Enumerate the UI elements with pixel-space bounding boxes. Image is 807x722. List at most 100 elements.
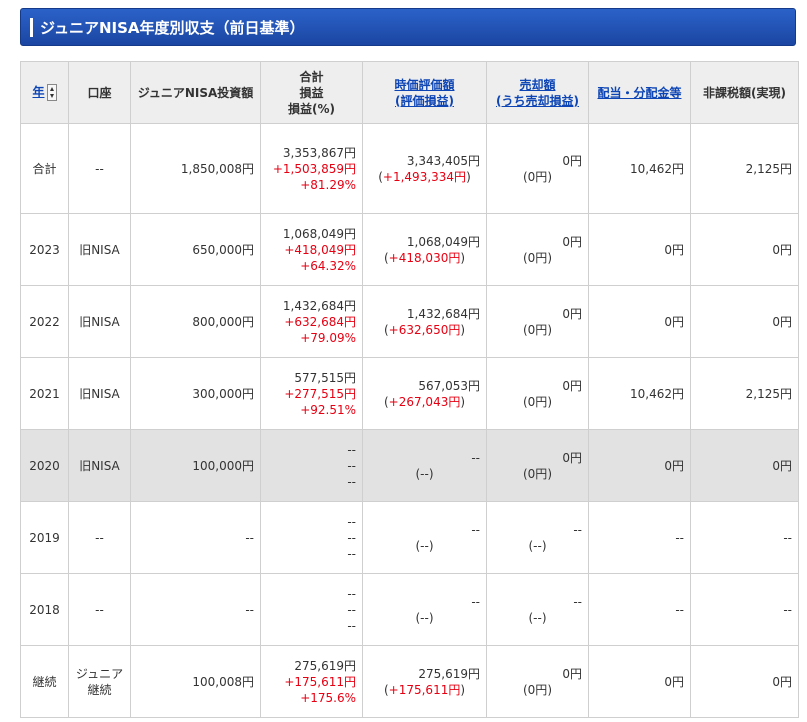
cell-account: -- bbox=[68, 501, 131, 574]
pl-pct-value: -- bbox=[347, 618, 356, 633]
account-label: ジュニア継続 bbox=[75, 666, 124, 697]
table-row: 2018 -- -- -- -- -- -- (--) -- (--) -- -- bbox=[20, 573, 799, 646]
cell-year: 2019 bbox=[20, 501, 69, 574]
cell-sale-amount: 0円 (0円) bbox=[486, 213, 589, 286]
cell-year: 2021 bbox=[20, 357, 69, 430]
sale-value: 0円 bbox=[562, 450, 582, 465]
year-label: 2018 bbox=[29, 602, 60, 617]
total-value: -- bbox=[347, 442, 356, 457]
header-dividend-link[interactable]: 配当・分配金等 bbox=[597, 86, 681, 100]
cell-dividend: 0円 bbox=[588, 645, 691, 718]
investment-value: 100,008円 bbox=[192, 674, 254, 689]
table-row: 2021 旧NISA 300,000円 577,515円 +277,515円 +92.51… bbox=[20, 357, 799, 430]
market-value: -- bbox=[471, 522, 480, 537]
sort-arrows-icon[interactable] bbox=[46, 84, 57, 101]
header-dividend[interactable]: 配当・分配金等 bbox=[588, 61, 691, 124]
realized-pl-value: 0円 bbox=[527, 322, 548, 337]
account-label: -- bbox=[95, 602, 104, 617]
table-header-row: 年 口座 ジュニアNISA投資額 合計 損益 損益(%) 時価評価額 (評価損益… bbox=[20, 61, 799, 124]
realized-pl-value: -- bbox=[533, 538, 542, 553]
tax-exempt-value: -- bbox=[783, 530, 792, 545]
header-realized-pl-link[interactable]: (うち売却損益) bbox=[491, 93, 584, 109]
realized-pl: (0円) bbox=[522, 322, 552, 337]
pl-pct-value: -- bbox=[347, 546, 356, 561]
header-investment: ジュニアNISA投資額 bbox=[130, 61, 261, 124]
market-value: 275,619円 bbox=[418, 666, 480, 681]
header-unrealized-pl-link[interactable]: (評価損益) bbox=[367, 93, 482, 109]
year-label: 2020 bbox=[29, 458, 60, 473]
cell-market-value: 1,068,049円 (+418,030円) bbox=[362, 213, 487, 286]
table-row: 2019 -- -- -- -- -- -- (--) -- (--) -- -- bbox=[20, 501, 799, 574]
total-value: 3,353,867円 bbox=[282, 145, 356, 160]
unrealized-pl: (+418,030円) bbox=[383, 250, 466, 265]
unrealized-pl-value: -- bbox=[420, 466, 429, 481]
cell-account: 旧NISA bbox=[68, 429, 131, 502]
dividend-value: 10,462円 bbox=[630, 161, 684, 176]
cell-year: 2020 bbox=[20, 429, 69, 502]
cell-year: 合計 bbox=[20, 123, 69, 214]
year-label: 2023 bbox=[29, 242, 60, 257]
realized-pl: (0円) bbox=[522, 466, 552, 481]
pl-pct-value: +79.09% bbox=[300, 330, 356, 345]
cell-account: -- bbox=[68, 573, 131, 646]
pl-pct-value: -- bbox=[347, 474, 356, 489]
header-sale-amount-link[interactable]: 売却額 bbox=[491, 77, 584, 93]
tax-exempt-value: 2,125円 bbox=[745, 386, 792, 401]
realized-pl-value: 0円 bbox=[527, 682, 548, 697]
header-pl-label: 損益 bbox=[299, 85, 324, 100]
cell-tax-exempt: 0円 bbox=[690, 285, 799, 358]
pl-pct-value: +92.51% bbox=[300, 402, 356, 417]
table-row: 合計 -- 1,850,008円 3,353,867円 +1,503,859円 +81.2… bbox=[20, 123, 799, 214]
realized-pl: (0円) bbox=[522, 394, 552, 409]
cell-tax-exempt: 2,125円 bbox=[690, 357, 799, 430]
header-account: 口座 bbox=[68, 61, 131, 124]
header-market-value[interactable]: 時価評価額 (評価損益) bbox=[362, 61, 487, 124]
investment-value: -- bbox=[245, 530, 254, 545]
header-total-pl: 合計 損益 損益(%) bbox=[260, 61, 363, 124]
realized-pl-value: 0円 bbox=[527, 250, 548, 265]
cell-dividend: 10,462円 bbox=[588, 123, 691, 214]
year-label: 2022 bbox=[29, 314, 60, 329]
investment-value: 650,000円 bbox=[192, 242, 254, 257]
cell-investment: 1,850,008円 bbox=[130, 123, 261, 214]
tax-exempt-value: 0円 bbox=[772, 314, 792, 329]
table-row: 2020 旧NISA 100,000円 -- -- -- -- (--) 0円 (0円) 0円 0円 bbox=[20, 429, 799, 502]
table-row: 2022 旧NISA 800,000円 1,432,684円 +632,684円 +79.… bbox=[20, 285, 799, 358]
cell-tax-exempt: -- bbox=[690, 501, 799, 574]
cell-market-value: -- (--) bbox=[362, 429, 487, 502]
cell-market-value: -- (--) bbox=[362, 501, 487, 574]
dividend-value: 0円 bbox=[664, 242, 684, 257]
market-value: 1,068,049円 bbox=[406, 234, 480, 249]
table-row: 継続 ジュニア継続 100,008円 275,619円 +175,611円 +175.6%… bbox=[20, 645, 799, 718]
sort-up-icon[interactable] bbox=[49, 87, 54, 91]
account-label: 旧NISA bbox=[79, 458, 120, 473]
sort-down-icon[interactable] bbox=[49, 94, 54, 98]
pl-value: +632,684円 bbox=[284, 314, 356, 329]
cell-year: 2023 bbox=[20, 213, 69, 286]
pl-pct-value: +64.32% bbox=[300, 258, 356, 273]
cell-market-value: -- (--) bbox=[362, 573, 487, 646]
realized-pl: (0円) bbox=[522, 169, 552, 184]
year-label: 2021 bbox=[29, 386, 60, 401]
header-year-link[interactable]: 年 bbox=[32, 85, 44, 99]
unrealized-pl: (+1,493,334円) bbox=[378, 169, 471, 184]
tax-exempt-value: 2,125円 bbox=[745, 161, 792, 176]
market-value: -- bbox=[471, 594, 480, 609]
pl-pct-value: +175.6% bbox=[300, 690, 356, 705]
cell-total-pl: 1,432,684円 +632,684円 +79.09% bbox=[260, 285, 363, 358]
dividend-value: 0円 bbox=[664, 674, 684, 689]
header-sale-amount[interactable]: 売却額 (うち売却損益) bbox=[486, 61, 589, 124]
section-title-bar: ジュニアNISA年度別収支（前日基準） bbox=[20, 8, 796, 46]
dividend-value: -- bbox=[675, 602, 684, 617]
pl-value: +418,049円 bbox=[284, 242, 356, 257]
total-value: 1,432,684円 bbox=[282, 298, 356, 313]
sale-value: 0円 bbox=[562, 378, 582, 393]
cell-sale-amount: 0円 (0円) bbox=[486, 429, 589, 502]
header-year[interactable]: 年 bbox=[20, 61, 69, 124]
tax-exempt-value: 0円 bbox=[772, 458, 792, 473]
header-market-value-link[interactable]: 時価評価額 bbox=[367, 77, 482, 93]
title-accent-bar bbox=[30, 18, 33, 37]
table-body: 合計 -- 1,850,008円 3,353,867円 +1,503,859円 +81.2… bbox=[20, 123, 799, 718]
realized-pl: (0円) bbox=[522, 250, 552, 265]
total-value: 577,515円 bbox=[294, 370, 356, 385]
